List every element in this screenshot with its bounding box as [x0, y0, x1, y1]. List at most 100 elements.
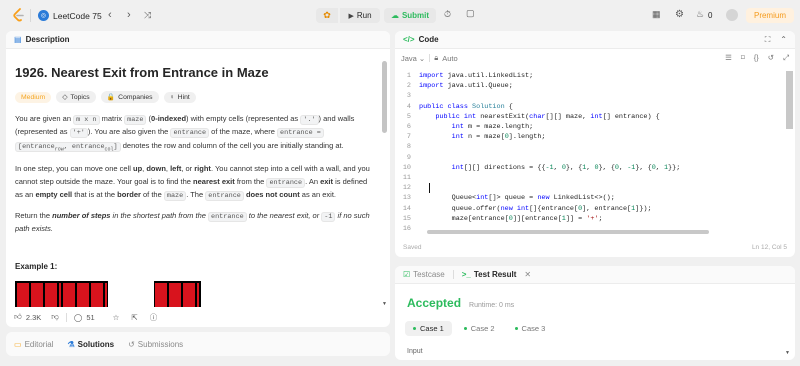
thumbs-down-icon[interactable]: 👎︎ [51, 312, 59, 322]
close-icon[interactable]: ✕ [524, 270, 531, 279]
comment-icon[interactable]: ◯ [74, 313, 82, 322]
code-token: m = maze.length; [463, 123, 534, 132]
run-button[interactable]: ▶ Run [340, 8, 380, 23]
runtime: Runtime: 0 ms [469, 302, 515, 309]
code-line[interactable]: 14 queue.offer(new int []{entrance[0], en… [395, 203, 785, 213]
premium-button[interactable]: Premium [746, 8, 794, 23]
study-plan-icon: ◎ [38, 10, 49, 21]
share-icon[interactable]: ⇱ [131, 313, 137, 322]
code-token: []{entrance[ [529, 204, 579, 213]
bookmark-icon[interactable]: ⌑ [741, 53, 745, 63]
star-icon[interactable]: ☆ [113, 313, 120, 322]
flask-icon: ⚗ [67, 339, 75, 349]
lock-icon: 🔒︎ [434, 53, 439, 62]
code-tab-bar: </> Code ⛶ ⌃ [395, 31, 795, 49]
description-tab-bar: ▤ Description [6, 31, 390, 49]
code-token: , [586, 163, 595, 172]
companies-chip[interactable]: 🔒 Companies [100, 91, 159, 103]
description-paragraph-2: In one step, you can move one cell up, d… [15, 164, 370, 201]
reset-icon[interactable]: ↺ [768, 53, 774, 63]
code-token: char [529, 112, 546, 121]
code-brackets-icon: </> [403, 35, 415, 44]
code-token: Solution [467, 102, 505, 111]
streak-fire-icon[interactable]: ♨ [696, 9, 704, 20]
tab-solutions[interactable]: ⚗ Solutions [67, 340, 114, 349]
code-token: { [504, 102, 513, 111]
tab-editorial[interactable]: ▭ Editorial [14, 340, 53, 349]
code-line[interactable]: 15 maze[entrance[0]][entrance[1]] = '+'; [395, 214, 785, 224]
code-editor[interactable]: 1 import java.util.LinkedList; 2 import jav… [395, 71, 785, 238]
description-paragraph-1: You are given an m x n matrix maze (0-in… [15, 114, 355, 152]
shuffle-icon[interactable]: ⤨ [144, 10, 151, 21]
tab-submissions[interactable]: ↺ Submissions [128, 340, 183, 349]
code-line[interactable]: 12 [395, 183, 785, 193]
case-tab[interactable]: Case 1 [405, 321, 452, 336]
fullscreen-icon[interactable]: ⛶ [765, 35, 771, 45]
code-line[interactable]: 6 int m = maze.length; [395, 122, 785, 132]
debug-icon[interactable]: ✿ [316, 8, 338, 23]
format-icon[interactable]: ☰ [725, 53, 732, 63]
editor-vertical-scrollbar[interactable] [786, 71, 793, 129]
line-number: 4 [406, 102, 411, 111]
problem-tags: Medium ◇ Topics 🔒 Companies ♀ Hint [15, 91, 377, 103]
code-line[interactable]: 7 int n = maze[0].length; [395, 132, 785, 142]
code-token: , [553, 163, 562, 172]
leetcode-logo-icon[interactable] [11, 8, 25, 22]
hint-chip[interactable]: ♀ Hint [163, 91, 196, 103]
tab-testcase[interactable]: ☑ Testcase [403, 270, 445, 279]
code-token: [] entrance) { [602, 112, 660, 121]
settings-gear-icon[interactable]: ⚙ [675, 9, 684, 20]
collapse-icon[interactable]: ⌃ [780, 35, 787, 45]
line-number: 5 [406, 112, 411, 121]
case-tab[interactable]: Case 2 [456, 321, 503, 336]
code-token: public int [435, 112, 477, 121]
line-number: 9 [406, 153, 411, 162]
next-problem-icon[interactable]: › [127, 9, 131, 21]
thumbs-up-icon[interactable]: 👍︎ [14, 312, 22, 322]
code-line[interactable]: 9 [395, 153, 785, 163]
code-token: }, { [635, 163, 652, 172]
prev-problem-icon[interactable]: ‹ [108, 9, 112, 21]
cursor-line-highlight [429, 183, 430, 193]
tab-code[interactable]: Code [419, 35, 439, 44]
code-line[interactable]: 11 [395, 173, 785, 183]
example-maze-image [15, 280, 201, 307]
timer-icon[interactable]: ⏱ [444, 9, 451, 20]
code-token: public class [419, 102, 468, 111]
code-panel: </> Code ⛶ ⌃ Java ⌄ 🔒︎ Auto ☰ ⌑ {} ↺ ⤢ 1… [395, 31, 795, 257]
tab-test-result[interactable]: >_ Test Result [462, 270, 517, 279]
code-line[interactable]: 2 import java.util.Queue; [395, 81, 785, 91]
editor-toolbar: Java ⌄ 🔒︎ Auto ☰ ⌑ {} ↺ ⤢ [395, 49, 795, 67]
auto-mode[interactable]: Auto [442, 54, 457, 63]
code-token: '+' [586, 214, 599, 223]
help-icon[interactable]: ⓘ [150, 312, 158, 323]
problem-title: 1926. Nearest Exit from Entrance in Maze [15, 65, 269, 80]
study-plan-title[interactable]: LeetCode 75 [53, 11, 102, 21]
language-select[interactable]: Java ⌄ [401, 54, 425, 63]
code-line[interactable]: 4 public class Solution { [395, 102, 785, 112]
notes-icon[interactable]: ▢ [466, 8, 475, 19]
code-line[interactable]: 1 import java.util.LinkedList; [395, 71, 785, 81]
submit-button[interactable]: ☁ Submit [384, 8, 436, 23]
tab-description[interactable]: Description [26, 35, 70, 44]
code-line[interactable]: 13 Queue< int []> queue = new LinkedList<>… [395, 193, 785, 203]
layout-grid-icon[interactable]: ▦ [652, 9, 661, 20]
editor-horizontal-scrollbar[interactable] [427, 230, 709, 234]
code-line[interactable]: 3 [395, 91, 785, 101]
code-token: int [451, 133, 464, 142]
topics-chip[interactable]: ◇ Topics [56, 91, 96, 103]
braces-icon[interactable]: {} [754, 53, 759, 63]
code-line[interactable]: 8 [395, 142, 785, 152]
code-line[interactable]: 10 int[][] directions = {{-1, 0}, {1, 0}… [395, 163, 785, 173]
description-scrollbar[interactable] [382, 61, 387, 133]
tag-icon: ◇ [62, 94, 68, 101]
code-token: , [655, 163, 664, 172]
pass-dot-icon [514, 327, 518, 330]
code-line[interactable]: 5 public int nearestExit(char[][] maze, … [395, 112, 785, 122]
line-number: 3 [406, 92, 411, 101]
case-tab[interactable]: Case 3 [507, 321, 554, 336]
expand-icon[interactable]: ⤢ [783, 53, 789, 63]
avatar[interactable] [726, 9, 738, 21]
